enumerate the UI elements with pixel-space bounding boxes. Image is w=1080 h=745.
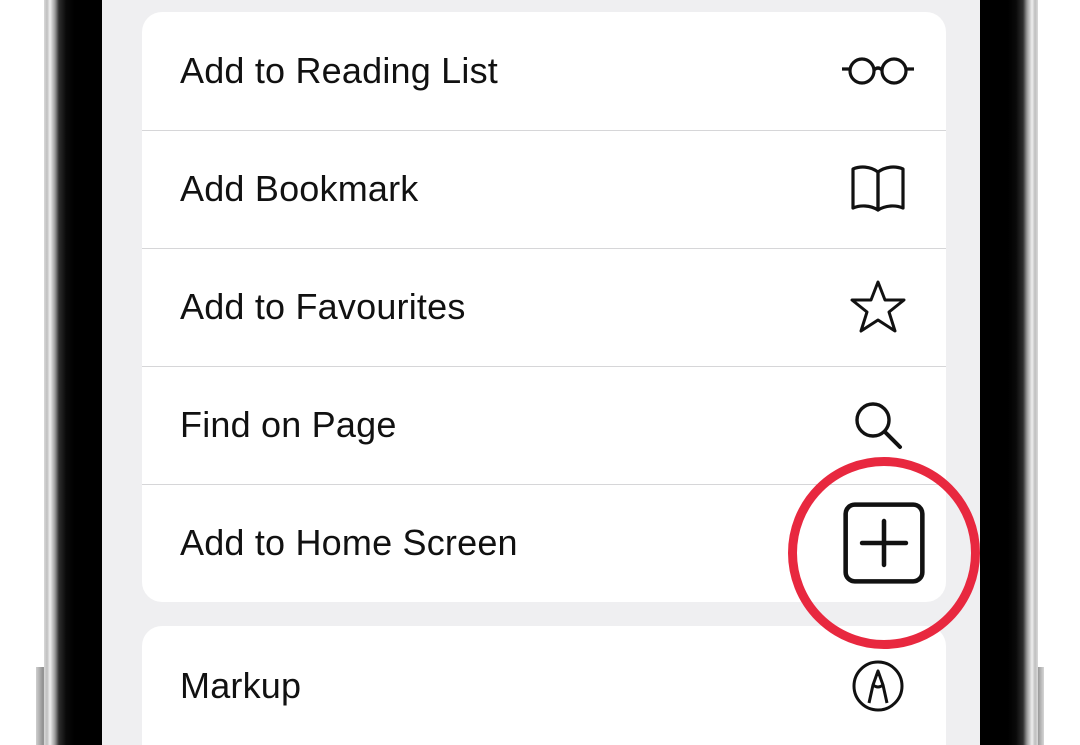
star-icon [842, 271, 914, 343]
add-to-reading-list-action[interactable]: Add to Reading List [142, 12, 946, 130]
action-label: Markup [180, 665, 302, 706]
action-label: Add Bookmark [180, 168, 419, 209]
phone-frame-left [44, 0, 102, 745]
share-sheet: Add to Reading List Add Bookmark Add to … [102, 0, 980, 745]
add-bookmark-action[interactable]: Add Bookmark [142, 130, 946, 248]
add-to-home-screen-action[interactable]: Add to Home Screen [142, 484, 946, 602]
action-label: Add to Home Screen [180, 522, 518, 563]
action-label: Add to Reading List [180, 50, 499, 91]
action-label: Add to Favourites [180, 286, 466, 327]
magnifying-glass-icon [842, 389, 914, 461]
find-on-page-action[interactable]: Find on Page [142, 366, 946, 484]
pen-tip-circle-icon [842, 650, 914, 722]
glasses-icon [842, 35, 914, 107]
action-label: Find on Page [180, 404, 397, 445]
markup-action[interactable]: Markup [142, 626, 946, 745]
more-actions-group: Markup [142, 626, 946, 745]
add-to-favourites-action[interactable]: Add to Favourites [142, 248, 946, 366]
open-book-icon [842, 153, 914, 225]
phone-screenshot: Add to Reading List Add Bookmark Add to … [0, 0, 1080, 745]
phone-frame-right [980, 0, 1038, 745]
plus-square-icon [842, 502, 925, 584]
share-actions-group: Add to Reading List Add Bookmark Add to … [142, 12, 946, 602]
